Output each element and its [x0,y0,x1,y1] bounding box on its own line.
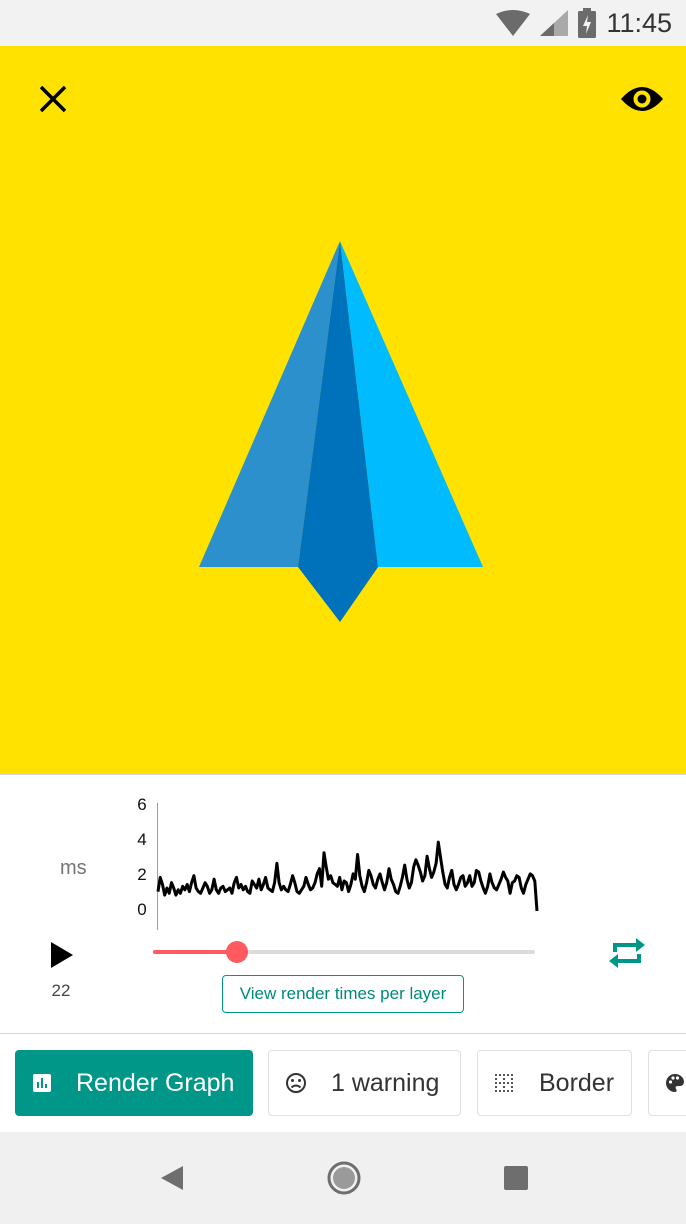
back-button[interactable] [148,1154,196,1202]
chip-label: 1 warning [331,1068,440,1097]
status-bar: 11:45 [0,0,686,46]
warnings-chip[interactable]: 1 warning [268,1050,461,1116]
chip-label: Render Graph [76,1068,235,1097]
battery-charging-icon [578,8,597,38]
chip-label: Border [539,1068,615,1097]
palette-icon [666,1074,684,1092]
cell-signal-icon [540,10,569,36]
recents-button[interactable] [492,1154,540,1202]
slider-fill [153,950,238,954]
animation-canvas [0,46,686,774]
loop-button[interactable] [603,929,651,977]
sad-face-icon [286,1073,306,1093]
home-icon [327,1161,361,1195]
home-button[interactable] [320,1154,368,1202]
navigation-bar [0,1132,686,1224]
bar-chart-icon [33,1074,51,1092]
color-chip[interactable] [648,1050,686,1116]
render-graph-panel: ms 6 4 2 0 22 View render times per laye… [0,775,686,1033]
render-time-series-line [156,840,539,912]
tools-chip-row: Render Graph 1 warning Border [0,1034,686,1132]
status-icons: 11:45 [496,6,672,40]
repeat-icon [609,938,645,968]
dotted-border-icon [495,1074,513,1092]
play-button[interactable] [40,933,84,977]
back-icon [161,1166,183,1190]
border-chip[interactable]: Border [477,1050,632,1116]
frame-slider[interactable] [153,940,535,964]
paper-plane-animation [199,241,483,622]
recents-icon [504,1166,528,1190]
render-graph-chip[interactable]: Render Graph [15,1050,253,1116]
frame-number: 22 [51,981,71,1000]
slider-thumb[interactable] [226,941,249,963]
view-layer-times-button[interactable]: View render times per layer [222,975,464,1013]
wifi-icon [496,10,531,36]
play-icon [51,942,73,968]
status-time: 11:45 [606,7,672,38]
render-time-chart [156,803,539,930]
